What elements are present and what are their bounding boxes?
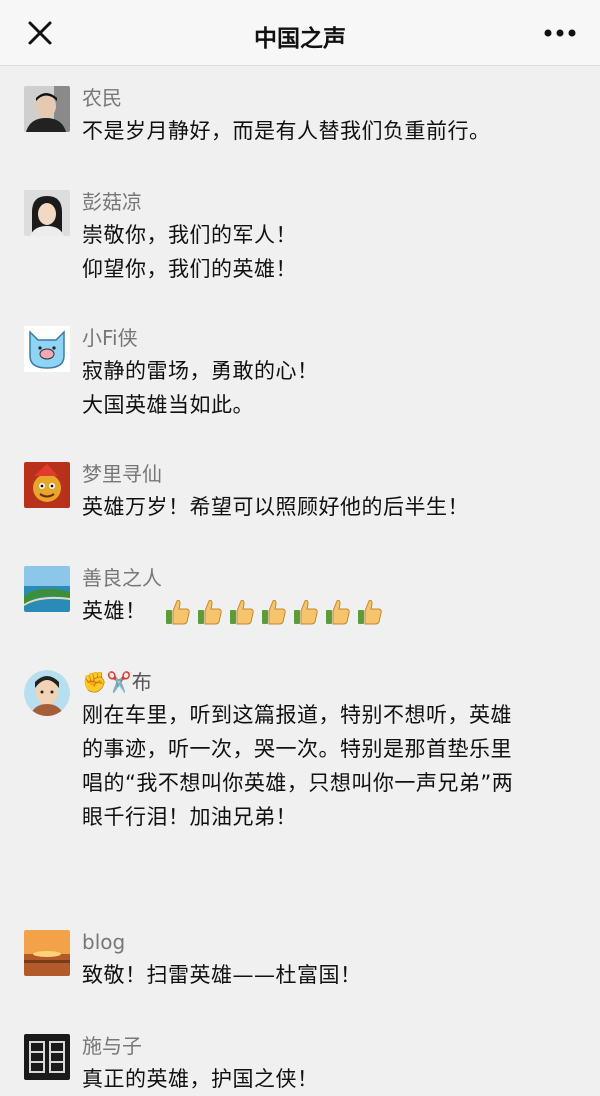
avatar[interactable]: [24, 462, 70, 508]
commenter-name: blog: [82, 930, 126, 954]
navbar: 中国之声: [0, 0, 600, 66]
commenter-name: 农民: [82, 86, 122, 110]
commenter-name: 彭菇凉: [82, 190, 142, 214]
commenter-name: 善良之人: [82, 566, 162, 590]
comment-line: 英雄！: [82, 599, 147, 623]
comment-line: 致敬！扫雷英雄——杜富国！: [82, 963, 362, 987]
commenter-name: 小Fi侠: [82, 326, 138, 350]
avatar[interactable]: [24, 326, 70, 372]
avatar[interactable]: [24, 86, 70, 132]
comment-text: 致敬！扫雷英雄——杜富国！: [82, 958, 580, 992]
comment-line: 眼千行泪！加油兄弟！: [82, 805, 297, 829]
comment-line: 刚在车里，听到这篇报道，特别不想听，英雄: [82, 703, 512, 727]
thumbs-up-icon: [229, 599, 254, 625]
comment-line: 不是岁月静好，而是有人替我们负重前行。: [82, 119, 491, 143]
commenter-name: 梦里寻仙: [82, 462, 162, 486]
comment-line: 唱的“我不想叫你英雄，只想叫你一声兄弟”两: [82, 771, 514, 795]
thumbs-up-emoji-row: [164, 599, 388, 625]
avatar[interactable]: [24, 670, 70, 716]
comment-line: 的事迹，听一次，哭一次。特别是那首垫乐里: [82, 737, 512, 761]
commenter-name: ✊✂️布: [82, 670, 152, 694]
comment-text: 崇敬你，我们的军人！ 仰望你，我们的英雄！: [82, 218, 580, 286]
comment-line: 英雄万岁！希望可以照顾好他的后半生！: [82, 495, 469, 519]
comment-text: 英雄！: [82, 594, 580, 628]
comment-text: 英雄万岁！希望可以照顾好他的后半生！: [82, 490, 580, 524]
thumbs-up-icon: [261, 599, 286, 625]
more-icon[interactable]: [540, 15, 580, 51]
thumbs-up-icon: [197, 599, 222, 625]
thumbs-up-icon: [293, 599, 318, 625]
comment-text: 不是岁月静好，而是有人替我们负重前行。: [82, 114, 580, 148]
commenter-name: 施与子: [82, 1034, 142, 1058]
thumbs-up-icon: [357, 599, 382, 625]
avatar[interactable]: [24, 190, 70, 236]
comment-text: 真正的英雄，护国之侠！: [82, 1062, 580, 1096]
comment-line: 真正的英雄，护国之侠！: [82, 1067, 319, 1091]
avatar[interactable]: [24, 930, 70, 976]
page-title: 中国之声: [254, 26, 346, 52]
comment-text: 寂静的雷场，勇敢的心！ 大国英雄当如此。: [82, 354, 580, 422]
avatar[interactable]: [24, 566, 70, 612]
comment-line: 寂静的雷场，勇敢的心！: [82, 359, 319, 383]
thumbs-up-icon: [165, 599, 190, 625]
thumbs-up-icon: [325, 599, 350, 625]
comment-line: 仰望你，我们的英雄！: [82, 257, 297, 281]
comment-line: 崇敬你，我们的军人！: [82, 223, 297, 247]
comment-text: 刚在车里，听到这篇报道，特别不想听，英雄 的事迹，听一次，哭一次。特别是那首垫乐…: [82, 698, 580, 834]
comment-line: 大国英雄当如此。: [82, 393, 254, 417]
avatar[interactable]: [24, 1034, 70, 1080]
